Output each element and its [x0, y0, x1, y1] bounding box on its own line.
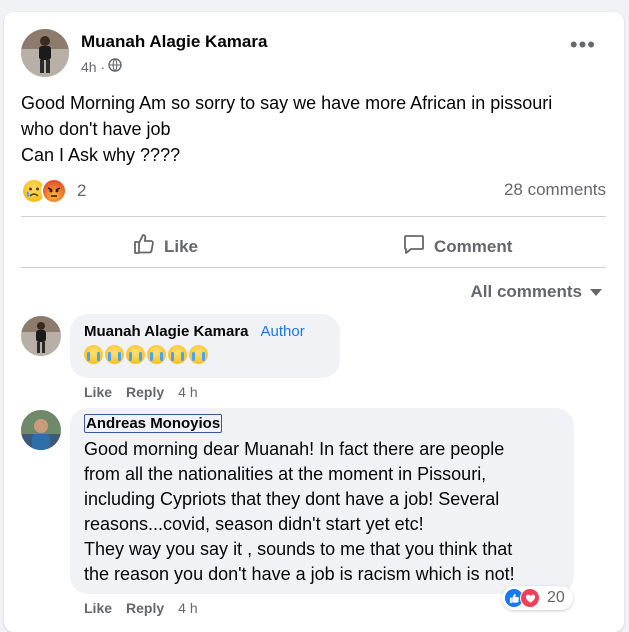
caret-down-icon — [590, 288, 602, 296]
comment-actions: Like Reply 4 h — [84, 384, 198, 400]
laughing-tears-icon — [105, 345, 124, 364]
like-button[interactable]: Like — [132, 232, 198, 261]
comment-text-line: from all the nationalities at the moment… — [84, 464, 487, 484]
comment-bubble: Andreas Monoyios Good morning dear Muana… — [70, 408, 574, 594]
comment-reply-button[interactable]: Reply — [126, 600, 164, 616]
reaction-count: 2 — [77, 181, 87, 200]
post-author-name[interactable]: Muanah Alagie Kamara — [81, 32, 267, 52]
thumbs-up-icon — [132, 232, 156, 261]
divider — [21, 216, 606, 217]
angry-emoji-icon — [41, 178, 67, 204]
globe-icon — [108, 58, 122, 75]
comment-time[interactable]: 4 h — [178, 600, 197, 616]
post-time[interactable]: 4h · — [81, 59, 105, 75]
post-meta: 4h · — [81, 58, 122, 75]
laughing-tears-icon — [126, 345, 145, 364]
laughing-tears-icon — [84, 345, 103, 364]
comment-actions: Like Reply 4 h — [84, 600, 198, 616]
laughing-tears-icon — [147, 345, 166, 364]
author-badge: Author — [260, 323, 305, 340]
avatar[interactable] — [21, 410, 61, 450]
avatar[interactable] — [21, 316, 61, 356]
comment-like-button[interactable]: Like — [84, 600, 112, 616]
post-text: Good Morning Am so sorry to say we have … — [21, 90, 601, 168]
comment-text-line: They way you say it , sounds to me that … — [84, 539, 513, 559]
post-card: Muanah Alagie Kamara 4h · ••• Good Morni… — [4, 12, 624, 632]
comment-emojis — [84, 345, 340, 364]
comment-time[interactable]: 4 h — [178, 384, 197, 400]
comment-reaction-count: 20 — [547, 589, 565, 606]
post-reactions[interactable]: 2 — [21, 178, 86, 204]
comments-filter-dropdown[interactable]: All comments — [471, 282, 602, 302]
like-button-label: Like — [164, 236, 199, 256]
comment-reactions[interactable]: 20 — [502, 586, 573, 610]
divider — [21, 267, 606, 268]
comment-like-button[interactable]: Like — [84, 384, 112, 400]
comment-author-name[interactable]: Muanah Alagie Kamara — [84, 323, 249, 340]
avatar[interactable] — [21, 29, 69, 77]
post-text-line: who don't have job — [21, 119, 171, 139]
comment-text: Good morning dear Muanah! In fact there … — [84, 437, 574, 587]
comment-text-line: the reason you don't have a job is racis… — [84, 564, 515, 584]
comment-reply-button[interactable]: Reply — [126, 384, 164, 400]
comment-icon — [402, 232, 426, 261]
more-options-icon[interactable]: ••• — [570, 34, 596, 56]
comment-author-name[interactable]: Andreas Monoyios — [84, 414, 223, 433]
heart-reaction-icon — [520, 588, 540, 608]
post-text-line: Can I Ask why ???? — [21, 145, 181, 165]
comment-text-line: including Cypriots that they dont have a… — [84, 489, 500, 509]
comment-text-line: Good morning dear Muanah! In fact there … — [84, 439, 505, 459]
laughing-tears-icon — [168, 345, 187, 364]
post-text-line: Good Morning Am so sorry to say we have … — [21, 93, 553, 113]
laughing-tears-icon — [189, 345, 208, 364]
comment-bubble: Muanah Alagie Kamara Author — [70, 314, 340, 378]
comments-filter-label: All comments — [470, 282, 582, 301]
comments-count[interactable]: 28 comments — [504, 180, 606, 200]
comment-text-line: reasons...covid, season didn't start yet… — [84, 514, 424, 534]
comment-button[interactable]: Comment — [402, 232, 512, 261]
comment-button-label: Comment — [434, 236, 513, 256]
